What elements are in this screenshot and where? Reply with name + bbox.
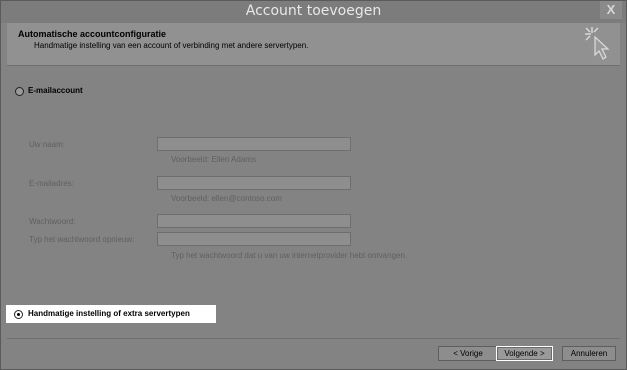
password-repeat-input[interactable] xyxy=(157,232,351,246)
email-hint: Voorbeeld: ellen@contoso.com xyxy=(171,194,282,203)
manual-setup-radio[interactable] xyxy=(14,310,23,319)
close-button[interactable]: X xyxy=(600,1,622,19)
password-input[interactable] xyxy=(157,214,351,228)
footer-divider xyxy=(7,338,620,339)
next-button[interactable]: Volgende > xyxy=(496,346,553,361)
email-label: E-mailadres: xyxy=(29,179,74,188)
dialog-header: Automatische accountconfiguratie Handmat… xyxy=(7,23,620,66)
name-label: Uw naam: xyxy=(29,140,66,149)
back-button[interactable]: < Vorige xyxy=(438,346,498,361)
title-bar: Account toevoegen X xyxy=(1,1,626,23)
header-subtitle: Handmatige instelling van een account of… xyxy=(34,41,309,50)
window-title: Account toevoegen xyxy=(245,3,382,19)
password-repeat-label: Typ het wachtwoord opnieuw: xyxy=(29,235,135,244)
wand-cursor-icon xyxy=(585,27,610,60)
email-account-label: E-mailaccount xyxy=(28,86,83,95)
password-hint: Typ het wachtwoord dat u van uw internet… xyxy=(171,251,408,260)
name-hint: Voorbeeld: Ellen Adams xyxy=(171,155,256,164)
dialog-content: E-mailaccount Uw naam: Voorbeeld: Ellen … xyxy=(7,66,620,336)
password-label: Wachtwoord: xyxy=(29,217,76,226)
account-toevoegen-dialog: Account toevoegen X Automatische account… xyxy=(0,0,627,370)
email-input[interactable] xyxy=(157,176,351,190)
manual-setup-label: Handmatige instelling of extra servertyp… xyxy=(28,309,190,318)
email-account-radio[interactable] xyxy=(15,87,24,96)
name-input[interactable] xyxy=(157,137,351,151)
header-title: Automatische accountconfiguratie xyxy=(18,29,167,39)
manual-setup-option[interactable]: Handmatige instelling of extra servertyp… xyxy=(6,305,216,323)
cancel-button[interactable]: Annuleren xyxy=(562,346,616,361)
